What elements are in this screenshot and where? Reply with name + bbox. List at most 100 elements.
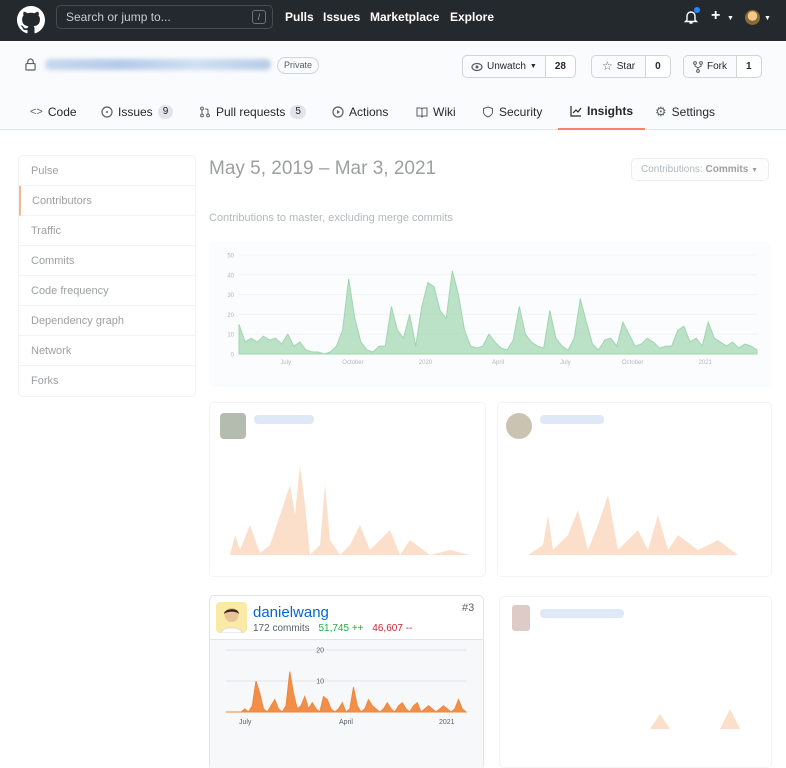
contributor-card-4[interactable] bbox=[499, 596, 772, 768]
contributor-card-2[interactable] bbox=[497, 402, 772, 577]
sidebar-item-forks[interactable]: Forks bbox=[19, 366, 195, 396]
repo-tabs: <> Code Issues 9 Pull requests 5 Actions… bbox=[0, 93, 786, 130]
fork-count[interactable]: 1 bbox=[737, 56, 761, 77]
private-badge: Private bbox=[277, 57, 320, 74]
watch-button[interactable]: Unwatch ▼ 28 bbox=[462, 55, 576, 78]
tab-insights[interactable]: Insights bbox=[558, 93, 646, 130]
contributor-1-avatar bbox=[220, 413, 246, 439]
contributions-dropdown[interactable]: Contributions: Commits ▼ bbox=[631, 158, 769, 181]
contributor-1-name-redacted[interactable] bbox=[254, 415, 314, 424]
create-dropdown-caret-icon[interactable]: ▼ bbox=[727, 15, 734, 22]
x-tick-label: October bbox=[622, 360, 643, 366]
overall-chart-svg: 0 10 20 30 40 50 July October 2020 April July Octob… bbox=[227, 254, 758, 366]
x-tick-label: April bbox=[339, 719, 353, 726]
watch-count[interactable]: 28 bbox=[545, 56, 575, 77]
notification-indicator bbox=[694, 7, 700, 13]
user-avatar[interactable] bbox=[745, 10, 760, 25]
x-tick-label: April bbox=[492, 360, 504, 366]
github-logo-icon[interactable] bbox=[17, 6, 45, 34]
sidebar-item-code-frequency[interactable]: Code frequency bbox=[19, 276, 195, 306]
sidebar-item-contributors[interactable]: Contributors bbox=[19, 186, 195, 216]
highlight-frame: danielwang 172 commits 51,745 ++ 46,607 … bbox=[199, 589, 499, 768]
shield-icon bbox=[483, 105, 493, 118]
y-tick-label: 40 bbox=[227, 273, 234, 279]
x-tick-label: July bbox=[560, 360, 571, 366]
tab-pull-requests[interactable]: Pull requests 5 bbox=[199, 93, 306, 130]
tab-settings[interactable]: ⚙ Settings bbox=[655, 93, 715, 130]
sidebar-item-network[interactable]: Network bbox=[19, 336, 195, 366]
nav-issues-link[interactable]: Issues bbox=[323, 10, 360, 24]
tab-security[interactable]: Security bbox=[482, 93, 542, 130]
user-menu-caret-icon[interactable]: ▼ bbox=[764, 15, 771, 22]
fork-icon bbox=[693, 60, 703, 73]
nav-explore-link[interactable]: Explore bbox=[450, 10, 494, 24]
sidebar-item-traffic[interactable]: Traffic bbox=[19, 216, 195, 246]
tab-pull-requests-label: Pull requests bbox=[216, 104, 286, 119]
contributor-stats: 172 commits 51,745 ++ 46,607 -- bbox=[253, 623, 412, 634]
commit-count[interactable]: 172 commits bbox=[253, 623, 310, 634]
contributor-card-1[interactable] bbox=[209, 402, 486, 577]
contributor-4-name-redacted[interactable] bbox=[540, 609, 624, 618]
contributions-subtitle: Contributions to master, excluding merge… bbox=[209, 212, 453, 224]
deletions-count: 46,607 -- bbox=[372, 623, 413, 634]
tab-code-label: Code bbox=[47, 104, 77, 119]
slash-key-hint: / bbox=[252, 10, 266, 24]
repo-name-redacted[interactable] bbox=[45, 59, 271, 70]
search-placeholder: Search or jump to... bbox=[66, 10, 171, 24]
nav-marketplace-link[interactable]: Marketplace bbox=[370, 10, 439, 24]
play-icon bbox=[332, 105, 344, 118]
x-tick-label: July bbox=[239, 719, 252, 726]
contributions-value: Commits bbox=[705, 164, 749, 175]
tab-wiki[interactable]: Wiki bbox=[416, 93, 456, 130]
contributor-2-name-redacted[interactable] bbox=[540, 415, 604, 424]
series-area bbox=[238, 270, 758, 355]
pull-requests-count-badge: 5 bbox=[290, 104, 306, 119]
sidebar-item-commits[interactable]: Commits bbox=[19, 246, 195, 276]
contributor-4-avatar bbox=[512, 605, 530, 631]
gear-icon: ⚙ bbox=[655, 103, 667, 119]
watch-caret-icon: ▼ bbox=[529, 63, 537, 70]
tab-issues[interactable]: Issues 9 bbox=[101, 93, 174, 130]
y-tick-label: 20 bbox=[316, 648, 324, 655]
tab-security-label: Security bbox=[499, 104, 543, 119]
search-input[interactable]: Search or jump to... / bbox=[56, 5, 273, 29]
overall-contributions-chart[interactable]: 0 10 20 30 40 50 July October 2020 April July Octob… bbox=[209, 242, 771, 387]
contributor-commits-chart[interactable]: 10 20 July April 2021 bbox=[210, 640, 483, 768]
pull-request-icon bbox=[200, 106, 210, 117]
star-icon: ☆ bbox=[602, 59, 613, 73]
create-new-plus-icon[interactable]: + bbox=[711, 7, 720, 25]
sidebar-item-pulse[interactable]: Pulse bbox=[19, 156, 195, 186]
page-root: Search or jump to... / Pulls Issues Mark… bbox=[0, 0, 786, 768]
y-tick-label: 50 bbox=[227, 254, 234, 260]
star-label: Star bbox=[616, 61, 636, 72]
contributions-caret-icon: ▼ bbox=[751, 167, 758, 174]
contributor-1-chart bbox=[220, 465, 470, 555]
fork-button[interactable]: Fork 1 bbox=[683, 55, 762, 78]
tab-settings-label: Settings bbox=[671, 104, 716, 119]
y-tick-label: 20 bbox=[227, 313, 234, 319]
date-range-title: May 5, 2019 – Mar 3, 2021 bbox=[209, 158, 437, 179]
issues-count-badge: 9 bbox=[157, 104, 174, 119]
series-area bbox=[226, 671, 468, 713]
eye-icon bbox=[471, 62, 483, 71]
tab-code[interactable]: <> Code bbox=[30, 93, 77, 130]
issue-icon bbox=[101, 105, 113, 118]
x-tick-label: October bbox=[342, 360, 363, 366]
star-button[interactable]: ☆ Star 0 bbox=[591, 55, 671, 78]
contributor-name-link[interactable]: danielwang bbox=[253, 604, 329, 621]
code-icon: <> bbox=[30, 105, 43, 118]
nav-pulls-link[interactable]: Pulls bbox=[285, 10, 314, 24]
y-tick-label: 30 bbox=[227, 293, 234, 299]
tab-actions[interactable]: Actions bbox=[332, 93, 388, 130]
contributor-card-danielwang[interactable]: danielwang 172 commits 51,745 ++ 46,607 … bbox=[209, 595, 484, 768]
contributor-4-chart bbox=[650, 709, 740, 729]
tab-issues-label: Issues bbox=[118, 104, 153, 119]
star-count[interactable]: 0 bbox=[646, 56, 670, 77]
contributor-avatar[interactable] bbox=[216, 602, 247, 633]
contributions-label: Contributions: bbox=[641, 164, 703, 175]
x-tick-label: 2020 bbox=[419, 360, 433, 366]
insights-sidebar: Pulse Contributors Traffic Commits Code … bbox=[18, 155, 196, 397]
lock-icon bbox=[25, 58, 36, 71]
sidebar-item-dependency-graph[interactable]: Dependency graph bbox=[19, 306, 195, 336]
contributor-2-avatar bbox=[506, 413, 532, 439]
